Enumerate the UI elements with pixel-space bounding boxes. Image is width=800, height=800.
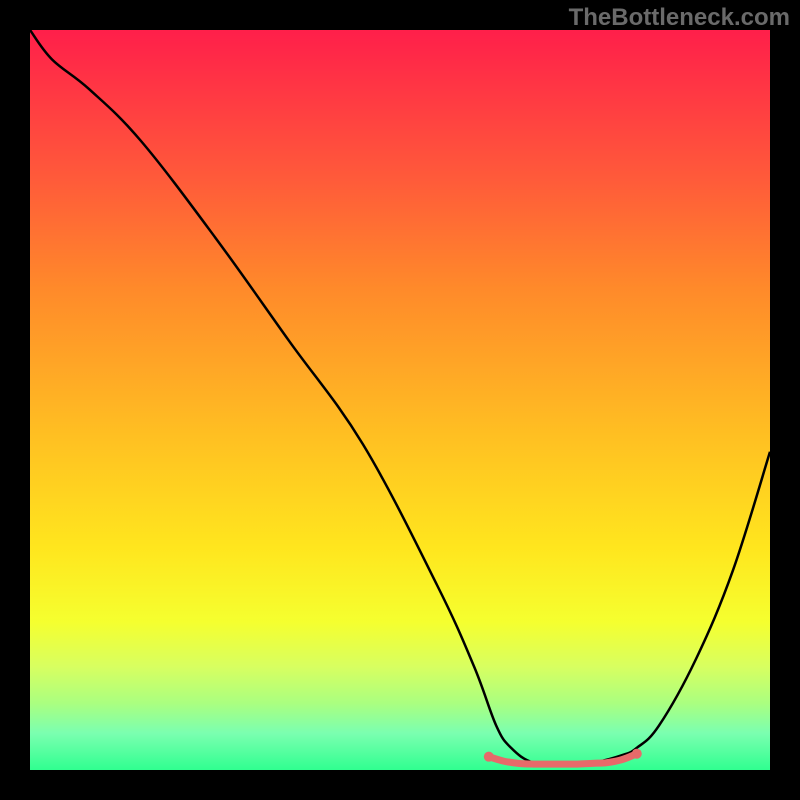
optimal-range-end-dot — [632, 749, 642, 759]
optimal-range-path — [489, 754, 637, 764]
chart-svg — [30, 30, 770, 770]
optimal-range-start-dot — [484, 752, 494, 762]
watermark-text: TheBottleneck.com — [569, 4, 790, 32]
bottleneck-curve-path — [30, 30, 770, 764]
